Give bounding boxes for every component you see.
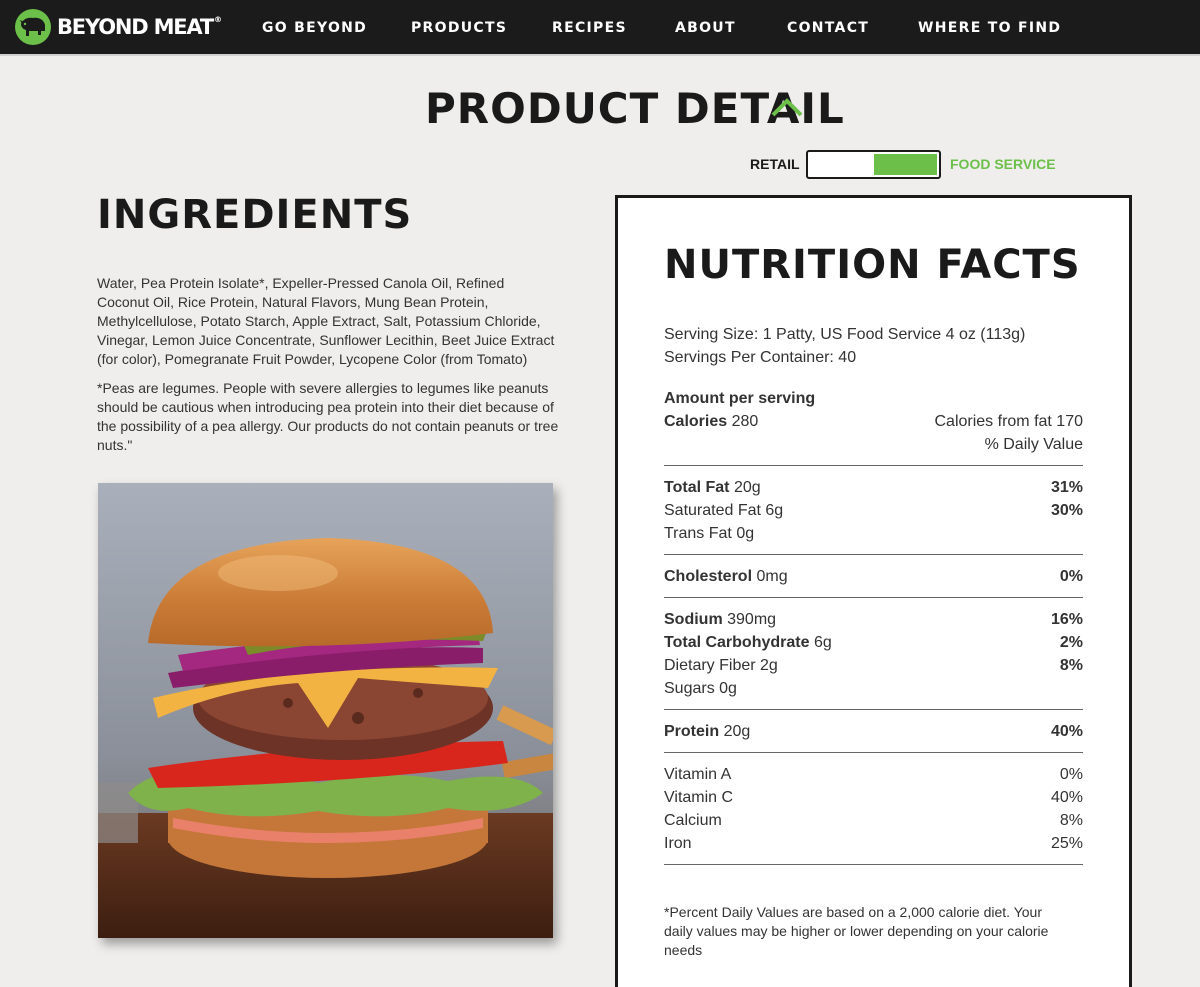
vitamin-row: Calcium 8%	[664, 812, 1083, 832]
nutrient-label: Dietary Fiber	[664, 657, 756, 674]
daily-value-header-row: % Daily Value	[664, 436, 1083, 456]
vitamin-row: Vitamin A 0%	[664, 766, 1083, 786]
daily-value-header: % Daily Value	[984, 436, 1083, 453]
nutrient-label: Sugars	[664, 680, 715, 697]
allergy-note: *Peas are legumes. People with severe al…	[97, 380, 559, 453]
nav-item-go-beyond[interactable]: GO BEYOND	[262, 20, 367, 36]
toggle-knob	[874, 154, 937, 175]
brand-wordmark: BEYOND MEAT®	[57, 15, 222, 39]
nutrient-daily-value: 16%	[1050, 611, 1083, 628]
nutrient-daily-value: 2%	[1059, 634, 1083, 651]
vitamin-row: Vitamin C 40%	[664, 789, 1083, 809]
nav-item-recipes[interactable]: RECIPES	[552, 20, 627, 36]
total-carbohydrate-row: Total Carbohydrate 6g 2%	[664, 634, 1083, 654]
nutrient-label: Protein	[664, 723, 720, 740]
vitamin-daily-value: 8%	[1059, 812, 1083, 829]
nutrient-amount: 390mg	[727, 611, 777, 628]
divider	[664, 752, 1083, 753]
chevron-up-icon[interactable]	[770, 96, 804, 118]
nutrition-facts-panel: NUTRITION FACTS Serving Size: 1 Patty, U…	[615, 195, 1132, 987]
calories-label: Calories	[664, 413, 728, 430]
nutrient-label: Total Fat	[664, 479, 730, 496]
nutrient-amount: 0g	[736, 525, 755, 542]
top-nav: BEYOND MEAT® GO BEYOND PRODUCTS RECIPES …	[0, 0, 1200, 56]
nutrition-heading: NUTRITION FACTS	[664, 242, 1081, 288]
vitamin-label: Vitamin C	[664, 789, 734, 806]
nutrient-label: Cholesterol	[664, 568, 753, 585]
vitamin-label: Iron	[664, 835, 692, 852]
nutrient-amount: 6g	[813, 634, 832, 651]
nutrient-label: Saturated Fat	[664, 502, 761, 519]
daily-value-footnote: *Percent Daily Values are based on a 2,0…	[664, 904, 1049, 958]
retail-food-service-toggle[interactable]	[806, 150, 941, 179]
serving-size: Serving Size: 1 Patty, US Food Service 4…	[664, 326, 1026, 343]
divider	[664, 597, 1083, 598]
nutrient-amount: 20g	[733, 479, 761, 496]
nutrient-daily-value: 40%	[1050, 723, 1083, 740]
nutrient-daily-value: 31%	[1050, 479, 1083, 496]
food-service-toggle-label[interactable]: FOOD SERVICE	[950, 156, 1056, 172]
saturated-fat-row: Saturated Fat 6g 30%	[664, 502, 1083, 522]
vitamin-label: Vitamin A	[664, 766, 732, 783]
nav-item-contact[interactable]: CONTACT	[787, 20, 869, 36]
calories-row: Calories 280 Calories from fat 170	[664, 413, 1083, 433]
vitamin-daily-value: 25%	[1050, 835, 1083, 852]
divider	[664, 554, 1083, 555]
trans-fat-row: Trans Fat 0g	[664, 525, 1083, 545]
divider	[664, 465, 1083, 466]
ingredients-heading: INGREDIENTS	[97, 192, 413, 238]
dietary-fiber-row: Dietary Fiber 2g 8%	[664, 657, 1083, 677]
calories-value: 280	[731, 413, 759, 430]
nutrient-amount: 0mg	[756, 568, 788, 585]
sugars-row: Sugars 0g	[664, 680, 1083, 700]
nutrient-label: Total Carbohydrate	[664, 634, 810, 651]
total-fat-row: Total Fat 20g 31%	[664, 479, 1083, 499]
nutrient-daily-value: 0%	[1059, 568, 1083, 585]
amount-per-serving-label: Amount per serving	[664, 390, 816, 407]
divider	[664, 709, 1083, 710]
brand-logo[interactable]: BEYOND MEAT®	[14, 8, 222, 46]
sodium-row: Sodium 390mg 16%	[664, 611, 1083, 631]
nutrient-label: Sodium	[664, 611, 723, 628]
nutrient-amount: 20g	[723, 723, 751, 740]
nutrient-amount: 6g	[765, 502, 784, 519]
burger-photo	[98, 483, 553, 938]
vitamin-label: Calcium	[664, 812, 722, 829]
ingredients-text: Water, Pea Protein Isolate*, Expeller-Pr…	[97, 275, 555, 367]
vitamin-daily-value: 0%	[1059, 766, 1083, 783]
servings-per-container: Servings Per Container: 40	[664, 349, 857, 366]
nav-item-where-to-find[interactable]: WHERE TO FIND	[918, 20, 1061, 36]
cholesterol-row: Cholesterol 0mg 0%	[664, 568, 1083, 588]
nav-item-products[interactable]: PRODUCTS	[411, 20, 507, 36]
nutrient-daily-value: 30%	[1050, 502, 1083, 519]
nutrient-amount: 2g	[760, 657, 778, 674]
calories-from-fat: Calories from fat 170	[934, 413, 1083, 430]
nutrient-amount: 0g	[719, 680, 737, 697]
vitamin-daily-value: 40%	[1050, 789, 1083, 806]
divider	[664, 864, 1083, 865]
nav-item-about[interactable]: ABOUT	[675, 20, 736, 36]
retail-toggle-label[interactable]: RETAIL	[750, 156, 800, 172]
bull-logo-icon	[15, 9, 51, 45]
nutrient-label: Trans Fat	[664, 525, 732, 542]
vitamin-row: Iron 25%	[664, 835, 1083, 855]
protein-row: Protein 20g 40%	[664, 723, 1083, 743]
nutrient-daily-value: 8%	[1059, 657, 1083, 674]
